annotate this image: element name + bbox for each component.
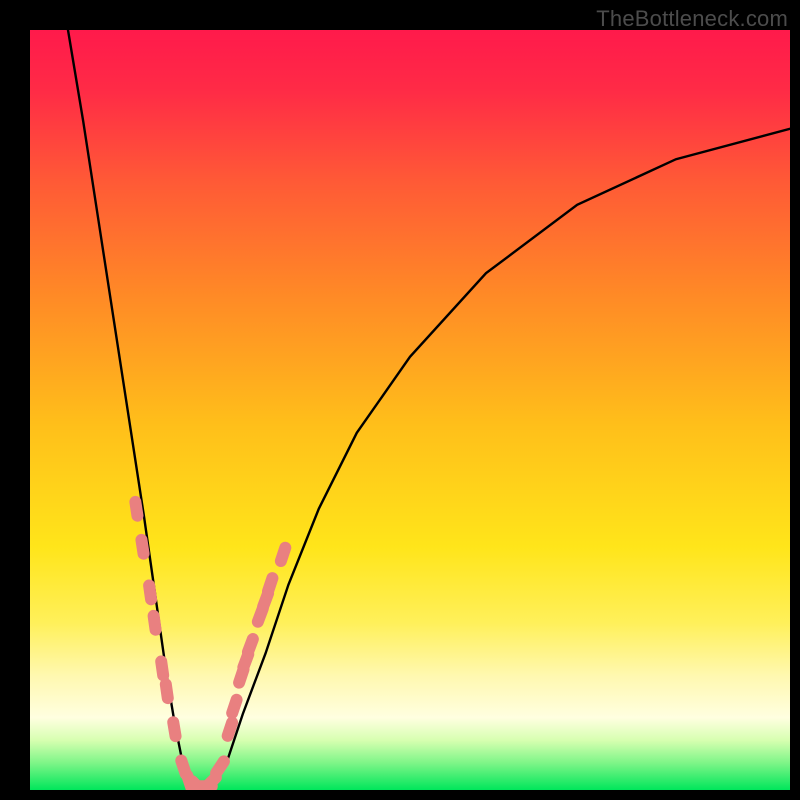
bottleneck-curve [68, 30, 790, 790]
watermark-text: TheBottleneck.com [596, 6, 788, 32]
curve-marker [154, 655, 170, 682]
curve-layer [30, 30, 790, 790]
curve-marker [142, 579, 158, 606]
curve-marker [273, 540, 293, 568]
curve-marker [166, 715, 182, 743]
chart-frame: TheBottleneck.com [0, 0, 800, 800]
curve-marker [260, 571, 280, 599]
curve-marker [159, 677, 175, 704]
curve-marker [147, 609, 163, 636]
curve-marker [240, 631, 260, 660]
plot-area [30, 30, 790, 790]
